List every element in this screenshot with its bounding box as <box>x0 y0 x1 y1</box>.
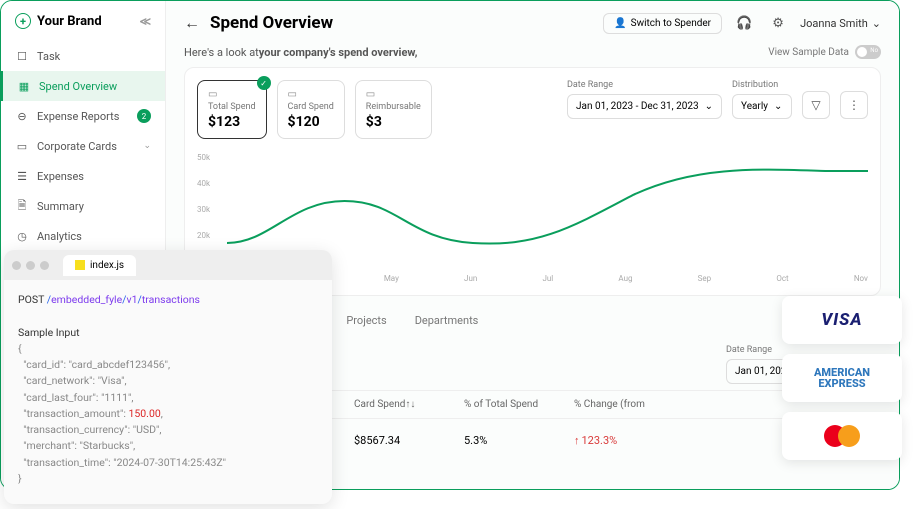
filter-icon: ▽ <box>811 98 820 112</box>
date-range-select[interactable]: Jan 01, 2023 - Dec 31, 2023 ⌄ <box>567 94 722 119</box>
col-card-spend-sort[interactable]: Card Spend↑↓ <box>354 399 464 410</box>
support-icon[interactable]: 🎧 <box>732 11 756 35</box>
mastercard-logo <box>824 425 860 447</box>
back-icon[interactable]: ← <box>184 13 200 33</box>
report-icon: ⊖ <box>15 109 29 123</box>
date-range-label: Date Range <box>567 80 722 90</box>
metric-card-spend[interactable]: ▭ Card Spend $120 <box>277 80 345 139</box>
file-tab[interactable]: index.js <box>63 255 136 276</box>
brand-name: Your Brand <box>37 14 102 29</box>
more-icon: ⋮ <box>848 98 860 112</box>
metric-total-spend[interactable]: ✓ ▭ Total Spend $123 <box>197 80 267 139</box>
switch-spender-button[interactable]: 👤 Switch to Spender <box>603 13 722 34</box>
metric-reimbursable[interactable]: ▭ Reimbursable $3 <box>355 80 432 139</box>
task-icon: ☐ <box>15 49 29 63</box>
card-icon: ▭ <box>288 89 334 100</box>
js-icon <box>75 260 85 270</box>
sidebar-item-label: Expense Reports <box>37 110 119 123</box>
sidebar-item-label: Task <box>37 50 60 63</box>
change-value: ↑ 123.3% <box>574 434 714 447</box>
card-icon: ▭ <box>208 89 256 100</box>
sidebar-item-expenses[interactable]: ☰ Expenses <box>1 161 165 191</box>
grid-icon: ▦ <box>17 79 31 93</box>
user-menu[interactable]: Joanna Smith ⌄ <box>800 17 881 30</box>
card-icon: ▭ <box>15 139 29 153</box>
tab-projects[interactable]: Projects <box>346 308 386 333</box>
mastercard-card <box>782 412 902 460</box>
collapse-sidebar-icon[interactable]: ≪ <box>139 15 151 28</box>
sidebar-item-spend-overview[interactable]: ▦ Spend Overview <box>1 71 165 101</box>
sidebar-item-analytics[interactable]: ◷ Analytics <box>1 221 165 251</box>
toggle-switch[interactable]: No <box>855 45 881 59</box>
chevron-down-icon: ⌄ <box>872 17 881 30</box>
chevron-down-icon: ⌄ <box>705 101 713 112</box>
more-button[interactable]: ⋮ <box>840 91 868 119</box>
chevron-down-icon: ⌄ <box>774 101 782 112</box>
sidebar-item-corporate-cards[interactable]: ▭ Corporate Cards ⌄ <box>1 131 165 161</box>
distribution-select[interactable]: Yearly ⌄ <box>732 94 792 119</box>
visa-card: VISA <box>782 296 902 344</box>
topbar: ← Spend Overview 👤 Switch to Spender 🎧 ⚙… <box>166 1 899 45</box>
amex-card: AMERICANEXPRESS <box>782 354 902 402</box>
gear-icon[interactable]: ⚙ <box>766 11 790 35</box>
badge-count: 2 <box>137 109 151 123</box>
card-icon: ▭ <box>366 89 421 100</box>
sidebar-item-task[interactable]: ☐ Task <box>1 41 165 71</box>
sample-data-toggle[interactable]: View Sample Data No <box>768 45 881 59</box>
visa-logo: VISA <box>821 310 862 330</box>
window-controls[interactable] <box>12 261 49 270</box>
amex-logo: AMERICANEXPRESS <box>814 367 870 389</box>
expense-icon: ☰ <box>15 169 29 183</box>
page-title: Spend Overview <box>210 13 333 33</box>
distribution-label: Distribution <box>732 80 792 90</box>
summary-icon: 🗎 <box>15 199 29 213</box>
subheading: Here's a look at your company's spend ov… <box>166 45 899 67</box>
arrow-up-icon: ↑ <box>574 434 580 447</box>
tab-departments[interactable]: Departments <box>415 308 479 333</box>
chevron-down-icon: ⌄ <box>143 141 151 151</box>
sidebar-item-summary[interactable]: 🗎 Summary <box>1 191 165 221</box>
check-icon: ✓ <box>257 76 271 90</box>
filter-button[interactable]: ▽ <box>802 91 830 119</box>
sidebar-item-label: Expenses <box>37 170 84 183</box>
sidebar-item-label: Summary <box>37 200 84 213</box>
user-icon: 👤 <box>614 18 626 29</box>
code-editor-window: index.js POST /embedded_fyle/v1/transact… <box>4 250 332 504</box>
brand-header: + Your Brand ≪ <box>1 13 165 41</box>
sidebar-item-label: Analytics <box>37 230 82 243</box>
brand-plus-icon: + <box>15 13 31 29</box>
code-content: POST /embedded_fyle/v1/transactions Samp… <box>4 280 332 499</box>
sidebar-item-expense-reports[interactable]: ⊖ Expense Reports 2 <box>1 101 165 131</box>
analytics-icon: ◷ <box>15 229 29 243</box>
sidebar-item-label: Spend Overview <box>39 80 117 93</box>
sidebar-item-label: Corporate Cards <box>37 140 117 153</box>
